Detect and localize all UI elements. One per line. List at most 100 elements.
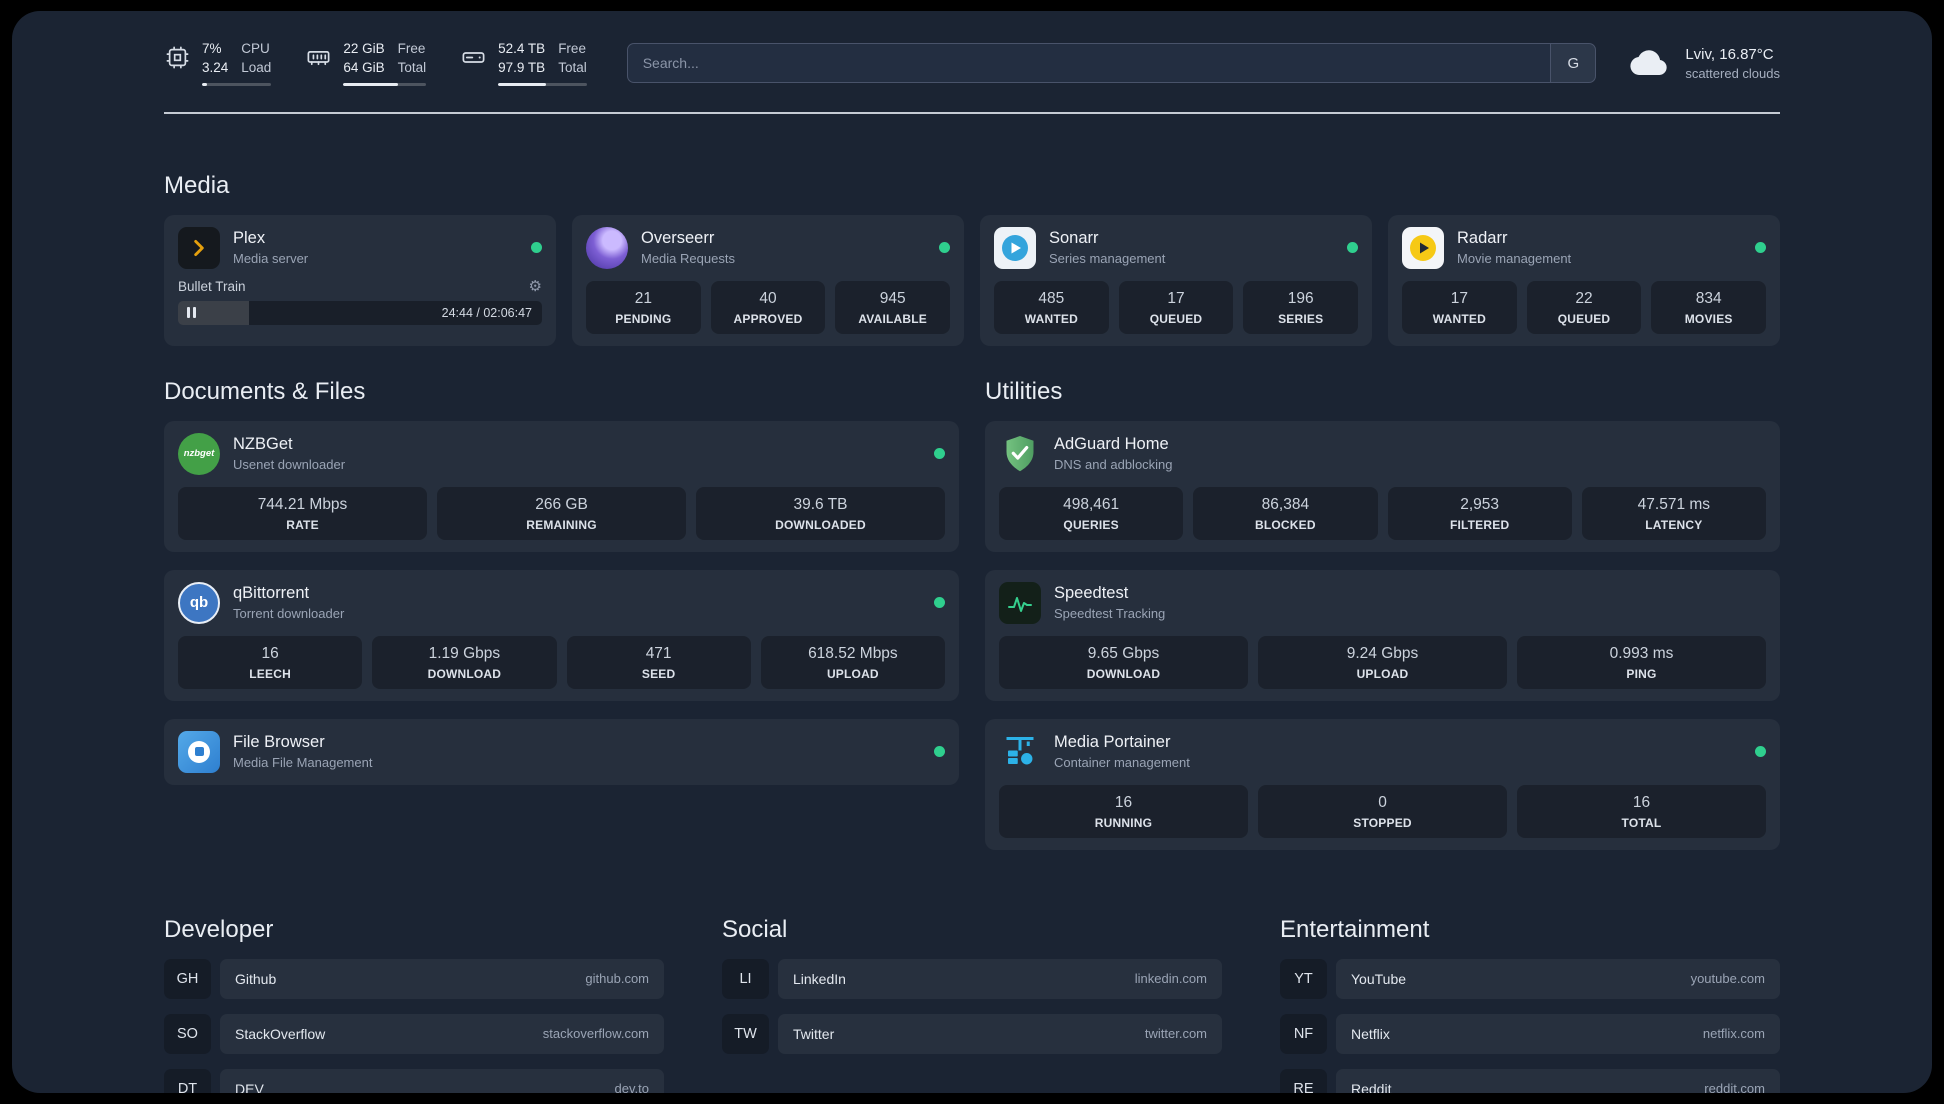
- bookmark-abbr[interactable]: DT: [164, 1068, 211, 1093]
- bookmark-youtube: YT YouTube youtube.com: [1280, 958, 1780, 999]
- bookmarks-developer: Developer GH Github github.com SO StackO…: [164, 916, 664, 1093]
- disk-widget: 52.4 TB 97.9 TB Free Total: [460, 41, 587, 86]
- bookmark-abbr[interactable]: RE: [1280, 1068, 1327, 1093]
- search-provider-button[interactable]: G: [1550, 43, 1597, 84]
- service-card-filebrowser[interactable]: File Browser Media File Management: [164, 718, 959, 785]
- service-card-plex[interactable]: Plex Media server Bullet Train ⚙ 24:44 /…: [164, 214, 556, 346]
- service-card-speedtest[interactable]: Speedtest Speedtest Tracking 9.65 Gbps DO…: [985, 569, 1780, 701]
- stat-box: 40 APPROVED: [710, 280, 826, 334]
- stat-box: 47.571 ms LATENCY: [1581, 486, 1766, 540]
- service-card-sonarr[interactable]: Sonarr Series management 485 WANTED 17 QUE…: [980, 214, 1372, 346]
- bookmarks-entertainment: Entertainment YT YouTube youtube.com NF …: [1280, 916, 1780, 1093]
- stat-box: 16 TOTAL: [1517, 784, 1766, 838]
- memory-icon: [305, 44, 332, 71]
- memory-meter: [343, 82, 427, 86]
- service-desc: Media server: [233, 251, 309, 267]
- stat-box: 16 RUNNING: [999, 784, 1248, 838]
- bookmark-link[interactable]: Twitter twitter.com: [778, 1013, 1222, 1054]
- stat-box: 39.6 TB DOWNLOADED: [696, 486, 945, 540]
- section-title-utilities: Utilities: [985, 377, 1063, 405]
- stat-box: 0 STOPPED: [1258, 784, 1507, 838]
- service-name: Radarr: [1457, 229, 1508, 248]
- service-card-nzbget[interactable]: nzbget NZBGet Usenet downloader 744.21 M…: [164, 420, 959, 552]
- playback-time: 24:44 / 02:06:47: [441, 305, 532, 320]
- bookmark-link[interactable]: YouTube youtube.com: [1336, 958, 1780, 999]
- now-playing-widget: Bullet Train ⚙ 24:44 / 02:06:47: [178, 279, 542, 325]
- gear-icon[interactable]: ⚙: [529, 279, 542, 294]
- bookmark-abbr[interactable]: YT: [1280, 958, 1327, 999]
- memory-label-2: Total: [397, 59, 427, 75]
- cpu-icon: [164, 44, 191, 71]
- status-dot: [531, 242, 542, 254]
- playback-progress-bar[interactable]: 24:44 / 02:06:47: [178, 300, 542, 325]
- stat-box: 17 QUEUED: [1118, 280, 1234, 334]
- bookmark-link[interactable]: StackOverflow stackoverflow.com: [220, 1013, 664, 1054]
- stat-box: 266 GB REMAINING: [437, 486, 686, 540]
- memory-widget: 22 GiB 64 GiB Free Total: [305, 41, 427, 86]
- service-name: qBittorrent: [233, 584, 310, 603]
- stat-box: 0.993 ms PING: [1517, 635, 1766, 689]
- nzbget-icon: nzbget: [178, 432, 220, 475]
- stat-box: 9.65 Gbps DOWNLOAD: [999, 635, 1248, 689]
- disk-icon: [460, 44, 487, 71]
- status-dot: [1347, 242, 1358, 254]
- status-dot: [1755, 242, 1766, 254]
- cpu-label-1: CPU: [241, 41, 270, 56]
- stat-box: 945 AVAILABLE: [835, 280, 951, 334]
- section-utilities: Utilities AdGuard Home DNS and adblockin…: [985, 378, 1780, 850]
- status-dot: [934, 746, 945, 758]
- service-card-overseerr[interactable]: Overseerr Media Requests 21 PENDING 40 APP…: [572, 214, 964, 346]
- bookmark-stackoverflow: SO StackOverflow stackoverflow.com: [164, 1013, 664, 1054]
- status-dot: [939, 242, 950, 254]
- status-dot: [934, 448, 945, 460]
- service-desc: Container management: [1054, 755, 1190, 771]
- cpu-label-2: Load: [241, 59, 272, 75]
- pause-icon[interactable]: [187, 307, 196, 319]
- dashboard-page: 7% 3.24 CPU Load 22 GiB 64 GiB Free Tota…: [12, 11, 1932, 1093]
- bookmark-link[interactable]: LinkedIn linkedin.com: [778, 958, 1222, 999]
- service-desc: Media File Management: [233, 755, 373, 771]
- speedtest-icon: [999, 581, 1041, 624]
- stat-box: 744.21 Mbps RATE: [178, 486, 427, 540]
- service-card-radarr[interactable]: Radarr Movie management 17 WANTED 22 QUEUE…: [1388, 214, 1780, 346]
- weather-location: Lviv, 16.87°C: [1685, 45, 1774, 63]
- stat-box: 471 SEED: [566, 635, 751, 689]
- service-name: Speedtest: [1054, 584, 1129, 603]
- bookmark-abbr[interactable]: NF: [1280, 1013, 1327, 1054]
- search-bar: G: [626, 43, 1597, 84]
- bookmark-abbr[interactable]: SO: [164, 1013, 211, 1054]
- bookmark-link[interactable]: Netflix netflix.com: [1336, 1013, 1780, 1054]
- stat-box: 1.19 Gbps DOWNLOAD: [372, 635, 557, 689]
- stat-box: 498,461 QUERIES: [999, 486, 1184, 540]
- disk-label-1: Free: [558, 41, 586, 56]
- service-card-qbittorrent[interactable]: qb qBittorrent Torrent downloader 16 LEEC…: [164, 569, 959, 701]
- topbar: 7% 3.24 CPU Load 22 GiB 64 GiB Free Tota…: [164, 41, 1780, 86]
- memory-total-value: 64 GiB: [343, 59, 385, 75]
- stat-box: 9.24 Gbps UPLOAD: [1258, 635, 1507, 689]
- section-documents: Documents & Files nzbget NZBGet Usenet d…: [164, 378, 959, 850]
- overseerr-icon: [586, 226, 628, 269]
- stat-box: 196 SERIES: [1243, 280, 1359, 334]
- bookmark-abbr[interactable]: TW: [722, 1013, 769, 1054]
- bookmark-link[interactable]: Reddit reddit.com: [1336, 1068, 1780, 1093]
- stat-box: 618.52 Mbps UPLOAD: [760, 635, 945, 689]
- section-title-media: Media: [164, 171, 230, 199]
- bookmark-link[interactable]: DEV dev.to: [220, 1068, 664, 1093]
- status-dot: [1755, 746, 1766, 758]
- section-title-entertainment: Entertainment: [1280, 915, 1430, 943]
- service-name: Overseerr: [641, 229, 715, 248]
- sonarr-icon: [994, 226, 1036, 269]
- service-desc: Series management: [1049, 251, 1166, 267]
- stat-box: 21 PENDING: [586, 280, 701, 334]
- service-card-portainer[interactable]: Media Portainer Container management 16 R…: [985, 718, 1780, 850]
- cpu-widget: 7% 3.24 CPU Load: [164, 41, 272, 86]
- service-card-adguard[interactable]: AdGuard Home DNS and adblocking 498,461 Q…: [985, 420, 1780, 552]
- bookmark-abbr[interactable]: GH: [164, 958, 211, 999]
- bookmark-abbr[interactable]: LI: [722, 958, 769, 999]
- stat-box: 86,384 BLOCKED: [1193, 486, 1378, 540]
- search-input[interactable]: [626, 43, 1551, 84]
- bookmark-link[interactable]: Github github.com: [220, 958, 664, 999]
- disk-meter: [498, 82, 587, 86]
- filebrowser-icon: [178, 730, 220, 773]
- plex-icon: [178, 226, 220, 269]
